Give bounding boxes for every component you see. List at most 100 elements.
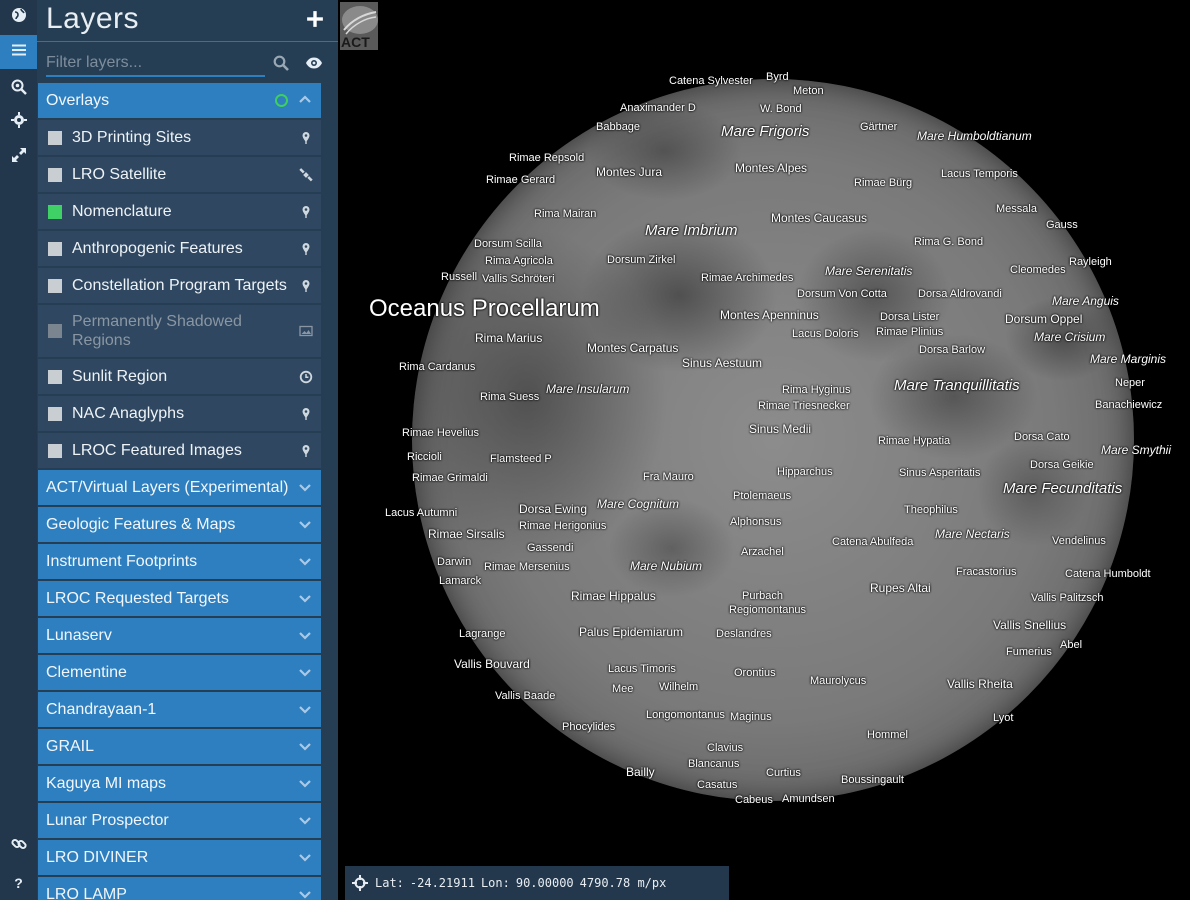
feature-label[interactable]: Rimae Gerard <box>486 174 555 186</box>
layer-group[interactable]: Lunaserv <box>38 618 321 655</box>
layer-row[interactable]: 3D Printing Sites <box>38 120 321 157</box>
feature-label[interactable]: Lagrange <box>459 628 506 640</box>
layer-group[interactable]: LRO LAMP <box>38 877 321 900</box>
feature-label[interactable]: Vallis Schröteri <box>482 273 555 285</box>
chevron-down-icon[interactable] <box>299 518 311 530</box>
layer-row[interactable]: Nomenclature <box>38 194 321 231</box>
feature-label[interactable]: Oceanus Procellarum <box>369 295 600 323</box>
feature-label[interactable]: Mare Insularum <box>546 382 629 396</box>
feature-label[interactable]: Rayleigh <box>1069 256 1112 268</box>
feature-label[interactable]: Dorsa Aldrovandi <box>918 288 1002 300</box>
layer-group[interactable]: Chandrayaan-1 <box>38 692 321 729</box>
chevron-down-icon[interactable] <box>299 555 311 567</box>
feature-label[interactable]: Curtius <box>766 767 801 779</box>
feature-label[interactable]: Rimae Grimaldi <box>412 472 488 484</box>
crosshair-icon[interactable] <box>352 875 368 891</box>
feature-label[interactable]: Mare Cognitum <box>597 497 679 511</box>
layer-checkbox[interactable] <box>48 204 62 219</box>
feature-label[interactable]: Rimae Hevelius <box>402 427 479 439</box>
feature-label[interactable]: Vallis Bouvard <box>454 657 530 671</box>
layers-button[interactable] <box>0 35 37 69</box>
pin-icon[interactable] <box>299 131 313 145</box>
layer-group[interactable]: Lunar Prospector <box>38 803 321 840</box>
feature-label[interactable]: Rimae Hippalus <box>571 589 656 603</box>
search-button[interactable] <box>273 55 289 71</box>
visibility-toggle-button[interactable] <box>305 55 323 71</box>
feature-label[interactable]: Clavius <box>707 742 743 754</box>
feature-label[interactable]: Dorsa Lister <box>880 311 939 323</box>
feature-label[interactable]: Cabeus <box>735 794 773 806</box>
chevron-down-icon[interactable] <box>299 740 311 752</box>
add-layer-button[interactable] <box>306 10 324 28</box>
feature-label[interactable]: Dorsum Von Cotta <box>797 288 887 300</box>
feature-label[interactable]: Montes Caucasus <box>771 211 867 225</box>
feature-label[interactable]: Catena Sylvester <box>669 75 753 87</box>
feature-label[interactable]: Wilhelm <box>659 681 698 693</box>
feature-label[interactable]: Gauss <box>1046 219 1078 231</box>
feature-label[interactable]: Deslandres <box>716 628 772 640</box>
feature-label[interactable]: Mee <box>612 683 633 695</box>
feature-label[interactable]: Cleomedes <box>1010 264 1066 276</box>
layer-checkbox[interactable] <box>48 443 62 458</box>
fullscreen-button[interactable] <box>0 140 37 174</box>
chevron-down-icon[interactable] <box>299 481 311 493</box>
feature-label[interactable]: Rima G. Bond <box>914 236 983 248</box>
feature-label[interactable]: Maurolycus <box>810 675 866 687</box>
map-viewport[interactable]: Catena Sylvester Byrd Meton Anaximander D W.… <box>338 0 1190 900</box>
layer-checkbox[interactable] <box>48 241 62 256</box>
feature-label[interactable]: Rima Hyginus <box>782 384 850 396</box>
feature-label[interactable]: Montes Jura <box>596 165 662 179</box>
chevron-down-icon[interactable] <box>299 592 311 604</box>
feature-label[interactable]: Casatus <box>697 779 737 791</box>
feature-label[interactable]: Palus Epidemiarum <box>579 625 683 639</box>
feature-label[interactable]: Regiomontanus <box>729 604 806 616</box>
layer-row[interactable]: Permanently Shadowed Regions <box>38 305 321 359</box>
feature-label[interactable]: Rima Cardanus <box>399 361 475 373</box>
feature-label[interactable]: Maginus <box>730 711 772 723</box>
feature-label[interactable]: Flamsteed P <box>490 453 552 465</box>
feature-label[interactable]: W. Bond <box>760 103 802 115</box>
feature-label[interactable]: Vendelinus <box>1052 535 1106 547</box>
feature-label[interactable]: Vallis Palitzsch <box>1031 592 1104 604</box>
chevron-up-icon[interactable] <box>299 94 311 106</box>
feature-label[interactable]: Mare Fecunditatis <box>1003 480 1122 497</box>
layer-group[interactable]: GRAIL <box>38 729 321 766</box>
feature-label[interactable]: Rimae Plinius <box>876 326 943 338</box>
feature-label[interactable]: Mare Humboldtianum <box>917 129 1032 143</box>
layer-checkbox[interactable] <box>48 369 62 384</box>
layer-checkbox[interactable] <box>48 278 62 293</box>
chevron-down-icon[interactable] <box>299 888 311 900</box>
pin-icon[interactable] <box>299 407 313 421</box>
satellite-icon[interactable] <box>299 167 313 182</box>
feature-label[interactable]: Mare Serenitatis <box>825 264 912 278</box>
feature-label[interactable]: Lacus Timoris <box>608 663 676 675</box>
layer-checkbox[interactable] <box>48 130 62 145</box>
feature-label[interactable]: Fracastorius <box>956 566 1017 578</box>
feature-label[interactable]: Theophilus <box>904 504 958 516</box>
feature-label[interactable]: Gassendi <box>527 542 573 554</box>
feature-label[interactable]: Sinus Asperitatis <box>899 467 980 479</box>
feature-label[interactable]: Purbach <box>742 590 783 602</box>
feature-label[interactable]: Bailly <box>626 765 655 779</box>
feature-label[interactable]: Lyot <box>993 712 1013 724</box>
feature-label[interactable]: Rimae Bürg <box>854 177 912 189</box>
layer-checkbox[interactable] <box>48 406 62 421</box>
feature-label[interactable]: Lamarck <box>439 575 481 587</box>
feature-label[interactable]: Rimae Repsold <box>509 152 584 164</box>
feature-label[interactable]: Catena Abulfeda <box>832 536 913 548</box>
feature-label[interactable]: Montes Carpatus <box>587 341 678 355</box>
chevron-down-icon[interactable] <box>299 629 311 641</box>
feature-label[interactable]: Montes Apenninus <box>720 308 819 322</box>
feature-label[interactable]: Alphonsus <box>730 516 781 528</box>
feature-label[interactable]: Dorsa Barlow <box>919 344 985 356</box>
layer-group[interactable]: Clementine <box>38 655 321 692</box>
image-icon[interactable] <box>299 324 313 338</box>
clock-icon[interactable] <box>299 370 313 384</box>
feature-label[interactable]: Rima Marius <box>475 331 542 345</box>
feature-label[interactable]: Rimae Archimedes <box>701 272 793 284</box>
layer-row[interactable]: NAC Anaglyphs <box>38 396 321 433</box>
feature-label[interactable]: Arzachel <box>741 546 784 558</box>
help-button[interactable]: ? <box>0 866 37 900</box>
feature-label[interactable]: Montes Alpes <box>735 161 807 175</box>
feature-label[interactable]: Mare Smythii <box>1101 443 1171 457</box>
